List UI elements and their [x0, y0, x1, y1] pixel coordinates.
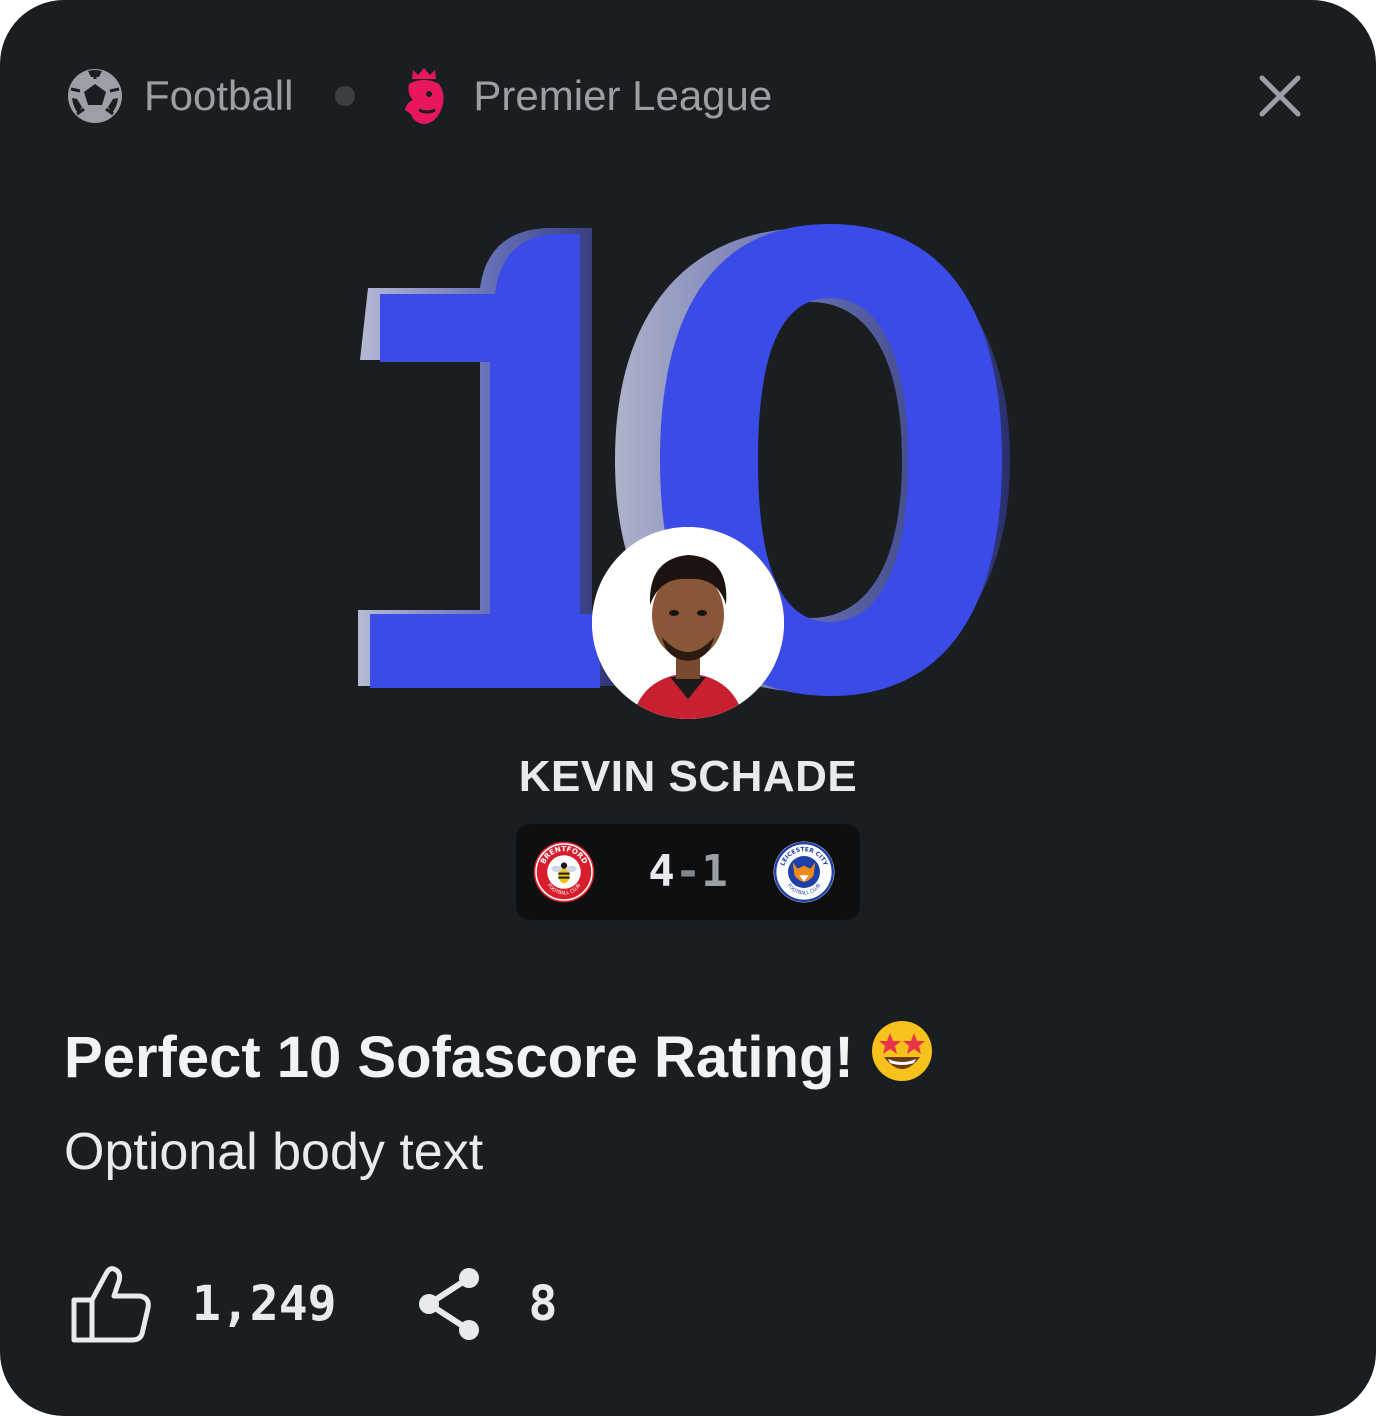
post-actions: 1,249 8: [70, 1262, 557, 1346]
post-title-text: Perfect 10 Sofascore Rating!: [64, 1025, 854, 1090]
player-name[interactable]: KEVIN SCHADE: [0, 752, 1376, 802]
close-icon[interactable]: [1254, 70, 1306, 122]
leicester-city-crest[interactable]: LEICESTER CITY FOOTBALL CLUB: [772, 840, 836, 904]
player-photo: [592, 527, 784, 719]
share-icon[interactable]: [415, 1266, 485, 1342]
league-crumb[interactable]: Premier League: [399, 66, 772, 126]
player-avatar[interactable]: [592, 527, 784, 719]
post-body: Optional body text: [64, 1123, 484, 1181]
sport-label: Football: [144, 72, 294, 119]
post-title: Perfect 10 Sofascore Rating!: [64, 1020, 934, 1091]
brentford-crest[interactable]: BRENTFORD FOOTBALL CLUB: [532, 840, 596, 904]
score-separator: -: [674, 846, 702, 897]
share-count: 8: [528, 1276, 558, 1332]
match-score: 4-1: [640, 845, 736, 899]
home-score: 4: [648, 846, 675, 897]
away-score: 1: [701, 846, 728, 897]
like-count: 1,249: [192, 1276, 337, 1332]
sport-crumb[interactable]: Football: [66, 67, 293, 125]
star-struck-emoji: [871, 1020, 932, 1081]
premier-league-lion-icon: [405, 68, 444, 124]
league-label: Premier League: [473, 72, 773, 119]
breadcrumb: Football Premier League: [66, 64, 772, 128]
breadcrumb-separator: [335, 86, 356, 106]
thumbs-up-icon[interactable]: [70, 1264, 152, 1344]
football-icon: [68, 69, 122, 123]
story-card: Football Premier League KEVIN SCHADE BRE…: [0, 0, 1376, 1416]
